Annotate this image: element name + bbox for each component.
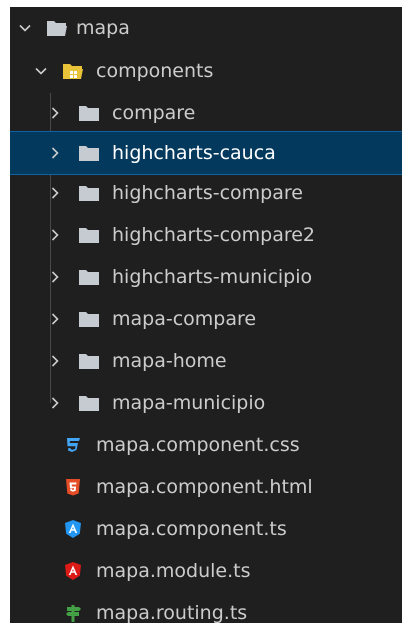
angular-component-icon [62, 519, 84, 539]
folder-icon [78, 103, 100, 123]
folder-icon [78, 309, 100, 329]
tree-item-label: mapa.component.css [96, 434, 300, 456]
tree-item-components[interactable]: components [10, 51, 402, 91]
tree-item-highcharts-municipio[interactable]: highcharts-municipio [10, 257, 402, 297]
tree-item-highcharts-compare2[interactable]: highcharts-compare2 [10, 215, 402, 255]
tree-item-mapa-component-css[interactable]: mapa.component.css [10, 425, 402, 465]
folder-icon [78, 351, 100, 371]
tree-item-mapa-component-ts[interactable]: mapa.component.ts [10, 509, 402, 549]
folder-icon [78, 267, 100, 287]
folder-icon [78, 143, 100, 163]
angular-module-icon [62, 561, 84, 581]
tree-item-label: highcharts-municipio [112, 266, 313, 288]
tree-item-mapa-component-html[interactable]: mapa.component.html [10, 467, 402, 507]
tree-item-label: highcharts-compare2 [112, 224, 316, 246]
chevron-right-icon[interactable] [46, 184, 64, 202]
tree-item-mapa-municipio[interactable]: mapa-municipio [10, 383, 402, 423]
tree-item-label: mapa.component.ts [96, 518, 287, 540]
chevron-down-icon[interactable] [16, 19, 34, 37]
tree-item-label: compare [112, 102, 196, 124]
tree-item-mapa-home[interactable]: mapa-home [10, 341, 402, 381]
html5-icon [62, 477, 84, 497]
tree-item-compare[interactable]: compare [10, 93, 402, 133]
tree-item-mapa-routing-ts[interactable]: mapa.routing.ts [10, 593, 402, 623]
folder-icon [78, 225, 100, 245]
tree-item-mapa[interactable]: mapa [10, 8, 402, 48]
tree-item-mapa-compare[interactable]: mapa-compare [10, 299, 402, 339]
tree-item-label: mapa-compare [112, 308, 257, 330]
chevron-right-icon[interactable] [46, 394, 64, 412]
tree-item-label: mapa.component.html [96, 476, 313, 498]
components-folder-icon [62, 61, 84, 81]
folder-icon [78, 393, 100, 413]
css3-icon [62, 435, 84, 455]
chevron-right-icon[interactable] [46, 352, 64, 370]
folder-icon [78, 183, 100, 203]
routing-signpost-icon [62, 603, 84, 623]
tree-item-label: highcharts-cauca [112, 142, 276, 164]
tree-item-label: mapa-municipio [112, 392, 266, 414]
chevron-right-icon[interactable] [46, 226, 64, 244]
tree-item-label: highcharts-compare [112, 182, 303, 204]
chevron-right-icon[interactable] [46, 144, 64, 162]
file-explorer-tree: mapa components compare highcharts-cauca… [10, 7, 402, 623]
folder-open-icon [46, 18, 68, 38]
tree-item-highcharts-cauca[interactable]: highcharts-cauca [10, 131, 402, 175]
tree-item-label: mapa.routing.ts [96, 602, 248, 623]
tree-item-mapa-module-ts[interactable]: mapa.module.ts [10, 551, 402, 591]
chevron-down-icon[interactable] [32, 62, 50, 80]
chevron-right-icon[interactable] [46, 268, 64, 286]
tree-item-highcharts-compare[interactable]: highcharts-compare [10, 173, 402, 213]
tree-item-label: mapa-home [112, 350, 227, 372]
tree-item-label: mapa [76, 17, 130, 39]
chevron-right-icon[interactable] [46, 104, 64, 122]
tree-item-label: components [96, 60, 214, 82]
tree-item-label: mapa.module.ts [96, 560, 251, 582]
chevron-right-icon[interactable] [46, 310, 64, 328]
